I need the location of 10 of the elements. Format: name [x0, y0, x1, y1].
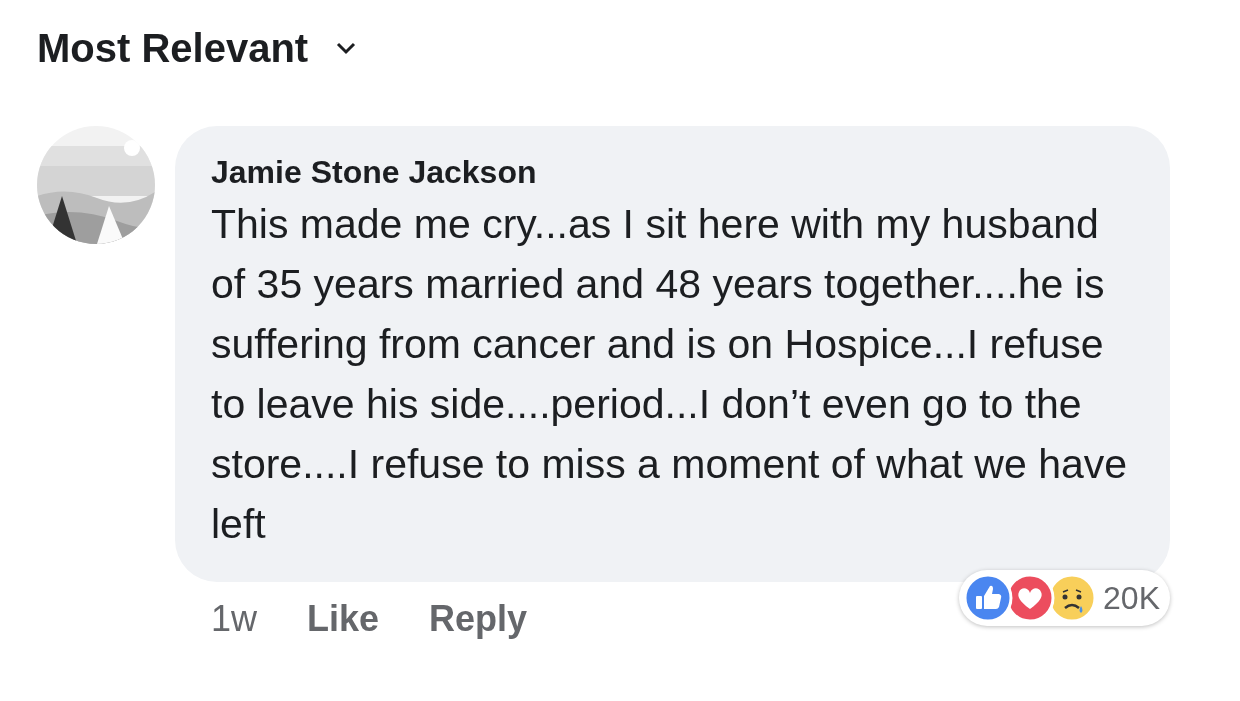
comment-action-link[interactable]: Reply [429, 592, 528, 646]
thumbs-up-icon [963, 573, 1014, 623]
reaction-count: 20K [1103, 579, 1160, 618]
chevron-down-icon[interactable] [336, 41, 357, 55]
comment-action-link[interactable]: Like [307, 592, 380, 646]
reactions-pill[interactable]: 20K [959, 570, 1170, 626]
sort-label[interactable]: Most Relevant [37, 18, 309, 78]
author-name[interactable]: Jamie Stone Jackson [211, 152, 1140, 192]
comment-text: This made me cry...as I sit here with my husband of 35 years married and 48 years together....he is suffering from cancer and is on Hospice...I refuse to leave his side....period...I don’t even go to the store....I refuse to miss a moment of what we have left [211, 200, 1129, 549]
comment-time: 1w [211, 597, 258, 641]
